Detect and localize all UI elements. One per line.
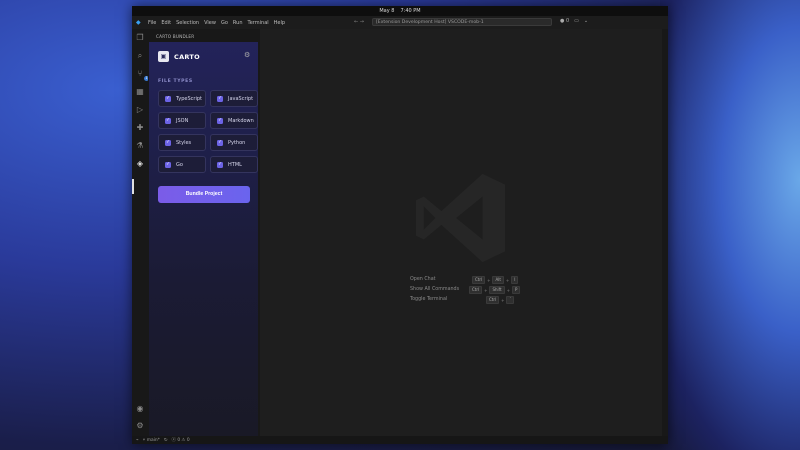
branch-name: main*	[146, 438, 160, 443]
sync-icon[interactable]: ↻	[164, 438, 168, 443]
ports-count: 0	[565, 18, 570, 24]
bundle-project-button[interactable]: Bundle Project	[158, 186, 250, 203]
carto-panel: ▣ CARTO ⚙ FILE TYPES ✓ TypeScript ✓ Java…	[149, 42, 258, 436]
system-top-bar: May 8 7:40 PM	[132, 6, 668, 16]
editor-area: Open Chat Ctrl + Alt + I Show All Commands…	[260, 29, 662, 436]
desktop-wallpaper-right	[660, 0, 800, 450]
file-type-label: JavaScript	[228, 95, 254, 102]
checkbox-checked-icon[interactable]: ✓	[165, 139, 171, 146]
extensions-icon[interactable]: ▦	[135, 87, 145, 97]
file-type-label: JSON	[176, 117, 189, 124]
warning-count: 0	[186, 438, 190, 443]
system-time: 7:40 PM	[400, 8, 421, 14]
sidebar: CARTO BUNDLER ▣ CARTO ⚙ FILE TYPES ✓ Typ…	[148, 29, 259, 436]
run-debug-icon[interactable]: ▷	[135, 105, 145, 115]
key: Alt	[492, 276, 504, 284]
titlebar-actions: ● 0 ▭ ⌄	[560, 18, 588, 24]
python-icon[interactable]: ✚	[135, 123, 145, 133]
file-type-styles[interactable]: ✓ Styles	[158, 134, 206, 151]
vscode-logo-icon: ◆	[136, 18, 141, 26]
more-icon[interactable]: ⌄	[584, 18, 588, 24]
menu-selection[interactable]: Selection	[176, 20, 199, 26]
key: Ctrl	[486, 296, 500, 304]
error-count: 0	[177, 438, 181, 443]
carto-bundler-icon[interactable]: ◈	[135, 159, 145, 169]
menu-file[interactable]: File	[148, 20, 156, 26]
source-control-icon[interactable]: ⑂ 1	[135, 69, 149, 81]
menu-terminal[interactable]: Terminal	[248, 20, 269, 26]
system-date: May 8	[379, 8, 395, 14]
search-icon[interactable]: ⌕	[135, 51, 145, 61]
key: P	[511, 286, 521, 294]
shortcut-label: Open Chat	[410, 277, 436, 282]
checkbox-checked-icon[interactable]: ✓	[165, 161, 171, 168]
vscode-window: May 8 7:40 PM ◆ File Edit Selection View…	[132, 6, 668, 444]
checkbox-checked-icon[interactable]: ✓	[217, 117, 223, 124]
menu-go[interactable]: Go	[221, 20, 228, 26]
file-type-label: Markdown	[228, 117, 254, 124]
file-type-markdown[interactable]: ✓ Markdown	[210, 112, 258, 129]
checkbox-checked-icon[interactable]: ✓	[217, 95, 223, 102]
file-type-label: Python	[228, 139, 246, 146]
menu-run[interactable]: Run	[233, 20, 243, 26]
sidebar-header: CARTO BUNDLER	[156, 34, 195, 39]
checkbox-checked-icon[interactable]: ✓	[165, 117, 171, 124]
remote-icon[interactable]: ⌁	[136, 438, 139, 443]
file-type-typescript[interactable]: ✓ TypeScript	[158, 90, 206, 107]
key: Ctrl	[472, 276, 486, 284]
key: I	[511, 276, 519, 284]
menu-help[interactable]: Help	[274, 20, 285, 26]
activity-bar: ❐ ⌕ ⑂ 1 ▦ ▷ ✚ ⚗ ◈ ◉ ⚙	[132, 29, 149, 436]
shortcut-label: Show All Commands	[410, 287, 460, 292]
checkbox-checked-icon[interactable]: ✓	[217, 139, 223, 146]
file-type-html[interactable]: ✓ HTML	[210, 156, 258, 173]
file-type-json[interactable]: ✓ JSON	[158, 112, 206, 129]
nav-arrows[interactable]: ← →	[354, 19, 364, 25]
branch-indicator[interactable]: ⑂ main*	[143, 437, 160, 443]
file-type-label: Styles	[176, 139, 192, 146]
active-view-indicator	[132, 179, 134, 194]
menu-view[interactable]: View	[204, 20, 216, 26]
chat-icon[interactable]: ▭	[574, 18, 579, 24]
problems-indicator[interactable]: ⓧ 0 ⚠ 0	[172, 437, 190, 443]
file-type-label: TypeScript	[176, 95, 202, 102]
explorer-icon[interactable]: ❐	[135, 33, 145, 43]
testing-icon[interactable]: ⚗	[135, 141, 145, 151]
carto-title: CARTO	[174, 52, 200, 61]
file-type-javascript[interactable]: ✓ JavaScript	[210, 90, 258, 107]
file-type-go[interactable]: ✓ Go	[158, 156, 206, 173]
shortcut-keys: Ctrl + Alt + I	[472, 276, 519, 284]
status-bar: ⌁ ⑂ main* ↻ ⓧ 0 ⚠ 0	[132, 436, 668, 444]
key: `	[506, 296, 515, 304]
file-type-label: HTML	[228, 161, 242, 168]
carto-brand: ▣ CARTO	[158, 51, 200, 62]
menu-edit[interactable]: Edit	[161, 20, 171, 26]
key: Shift	[489, 286, 505, 294]
shortcut-keys: Ctrl + Shift + P	[469, 286, 521, 294]
shortcut-keys: Ctrl + `	[486, 296, 515, 304]
checkbox-checked-icon[interactable]: ✓	[217, 161, 223, 168]
file-type-python[interactable]: ✓ Python	[210, 134, 258, 151]
titlebar: ◆ File Edit Selection View Go Run Termin…	[132, 16, 668, 29]
manage-gear-icon[interactable]: ⚙	[135, 421, 145, 431]
file-types-label: FILE TYPES	[158, 79, 193, 84]
accounts-icon[interactable]: ◉	[135, 404, 145, 414]
settings-gear-icon[interactable]: ⚙	[244, 51, 250, 59]
key: Ctrl	[469, 286, 483, 294]
checkbox-checked-icon[interactable]: ✓	[165, 95, 171, 102]
file-type-label: Go	[176, 161, 183, 168]
carto-logo-icon: ▣	[158, 51, 169, 62]
command-center[interactable]: [Extension Development Host] VSCODE-mob-…	[372, 18, 552, 26]
shortcut-label: Toggle Terminal	[410, 297, 448, 302]
ports-indicator[interactable]: ● 0	[560, 18, 569, 24]
vscode-watermark-icon	[415, 173, 506, 263]
